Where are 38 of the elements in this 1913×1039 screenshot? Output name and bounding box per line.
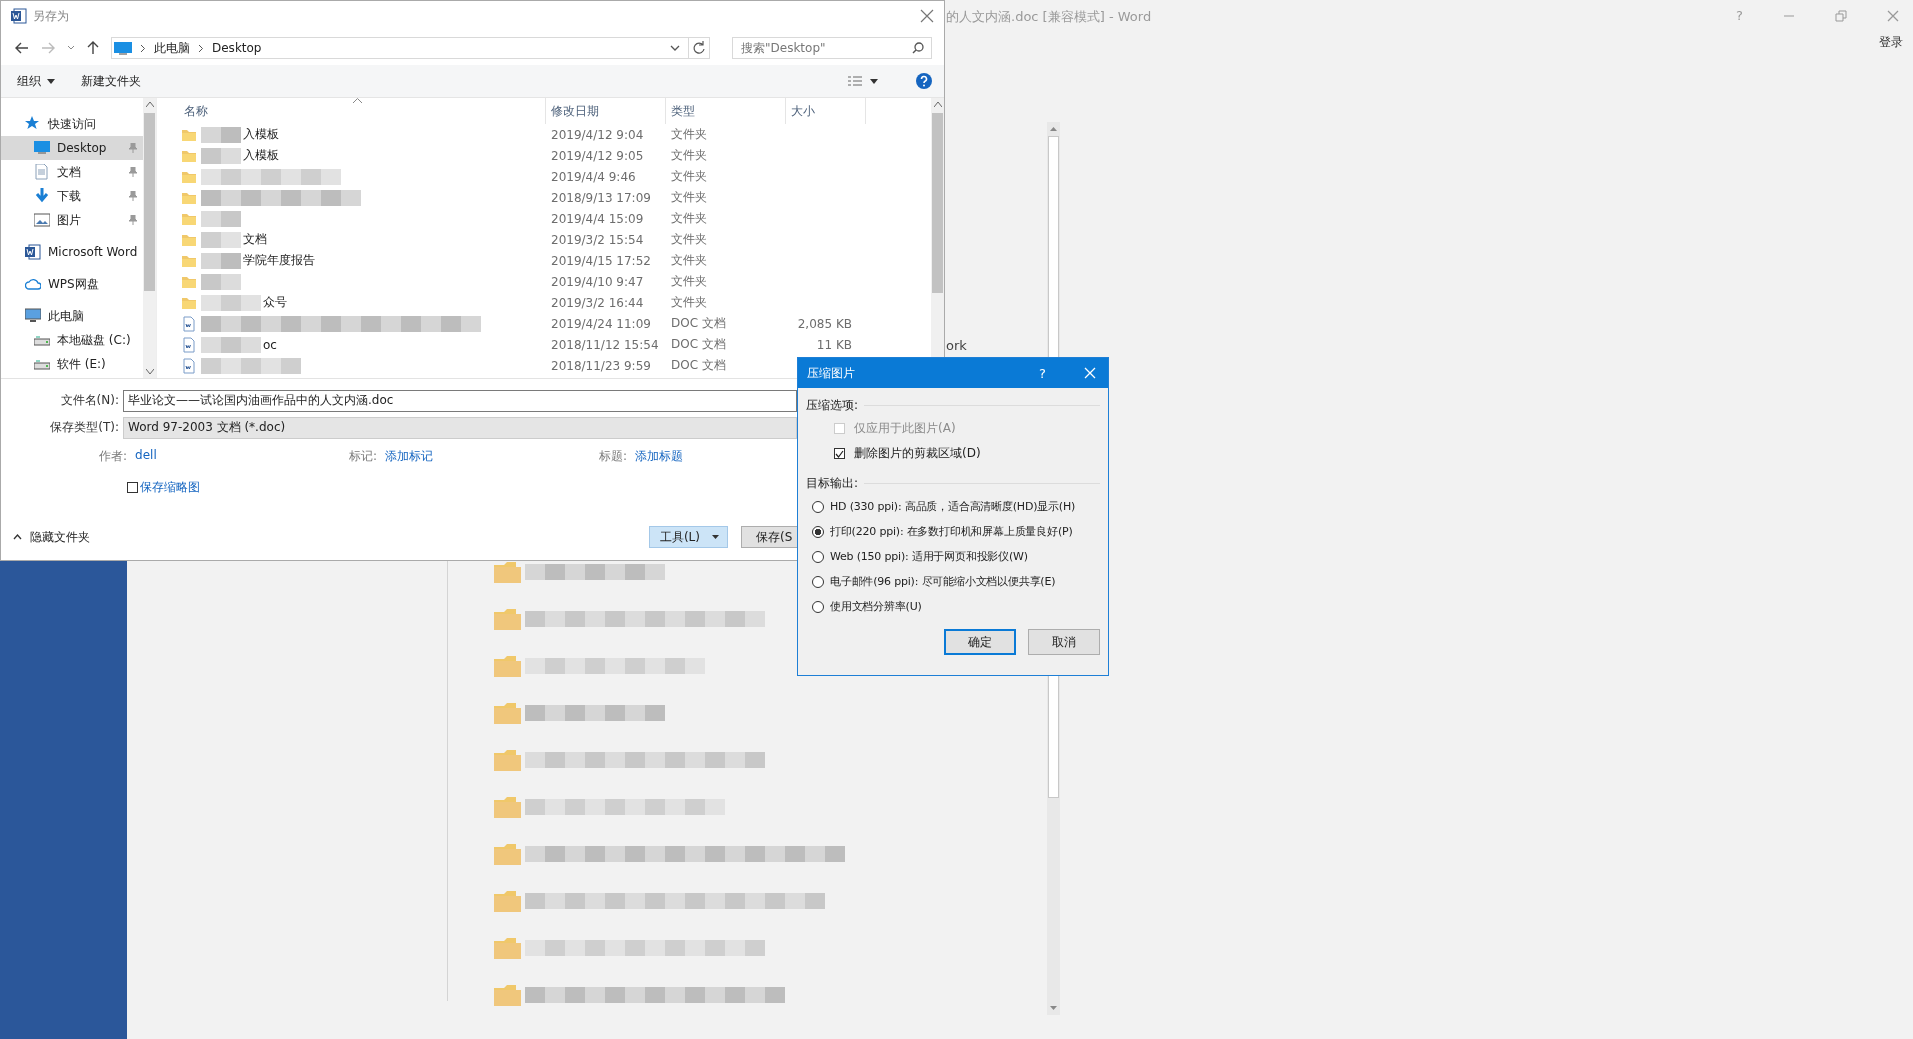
field-label: 作者:	[99, 447, 128, 465]
type-cell-text: DOC 文档	[670, 315, 727, 332]
type-cell-text: 文件夹	[670, 210, 708, 227]
type-cell-text: 文件夹	[670, 126, 708, 143]
date-cell-text: 2019/3/2 16:44	[550, 295, 645, 310]
date-cell-text: 2018/11/12 15:54	[550, 337, 660, 352]
window-title: 的人文内涵.doc [兼容模式] - Word	[946, 8, 1152, 26]
type-cell-text: 文件夹	[670, 189, 708, 206]
type-cell-text: DOC 文档	[670, 357, 727, 374]
type-cell-text: DOC 文档	[670, 336, 727, 353]
size-cell-text: 2,085 KB	[796, 316, 853, 331]
date-cell-text: 2019/3/2 15:54	[550, 232, 645, 247]
dialog-title: 压缩图片	[807, 364, 855, 382]
window-title: 另存为	[33, 7, 69, 25]
date-cell-text: 2019/4/15 17:52	[550, 253, 652, 268]
checkbox-label: 仅应用于此图片(A)	[854, 420, 956, 437]
date-cell-text: 2019/4/4 15:09	[550, 211, 645, 226]
field-label: 文件名(N):	[59, 392, 120, 409]
type-cell-text: 文件夹	[670, 231, 708, 248]
date-cell-text: 2019/4/24 11:09	[550, 316, 652, 331]
section-heading: 压缩选项:	[806, 396, 859, 414]
document-text: ork	[946, 338, 967, 353]
type-cell-text: 文件夹	[670, 273, 708, 290]
date-cell-text: 2018/9/13 17:09	[550, 190, 652, 205]
date-cell-text: 2019/4/12 9:05	[550, 148, 645, 163]
type-cell-text: 文件夹	[670, 294, 708, 311]
date-cell-text: 2019/4/12 9:04	[550, 127, 645, 142]
section-heading: 目标输出:	[806, 474, 859, 492]
date-cell-text: 2019/4/4 9:46	[550, 169, 637, 184]
type-cell-text: 文件夹	[670, 252, 708, 269]
date-cell-text: 2018/11/23 9:59	[550, 358, 652, 373]
field-label: 保存类型(T):	[49, 419, 120, 436]
field-label: 标记:	[349, 447, 378, 465]
size-cell-text: 11 KB	[815, 337, 853, 352]
type-cell-text: 文件夹	[670, 147, 708, 164]
date-cell-text: 2019/4/10 9:47	[550, 274, 645, 289]
type-cell-text: 文件夹	[670, 168, 708, 185]
field-label: 标题:	[599, 447, 628, 465]
